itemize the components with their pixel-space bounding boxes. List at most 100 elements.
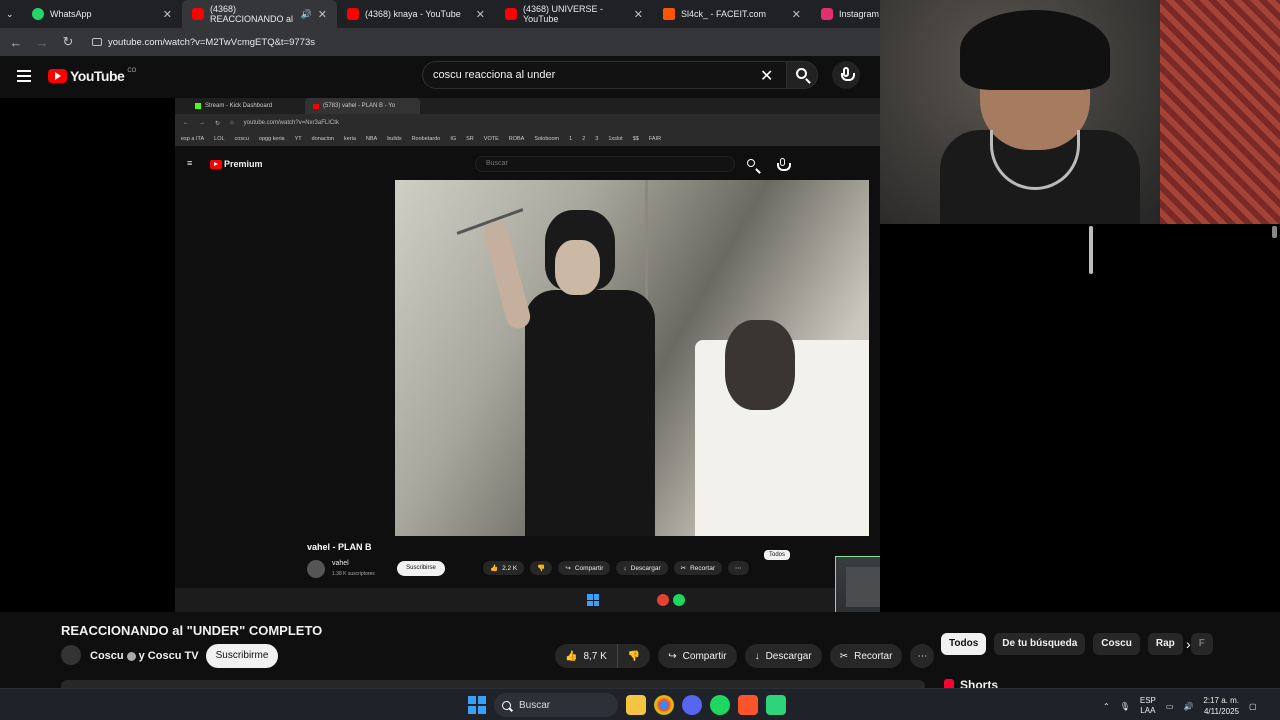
chrome-icon[interactable] — [654, 695, 674, 715]
avatar[interactable] — [61, 645, 81, 665]
close-icon[interactable]: ✕ — [792, 8, 801, 21]
tab-whatsapp[interactable]: WhatsApp ✕ — [22, 0, 182, 28]
forward-icon: → — [199, 120, 205, 126]
chip-coscu[interactable]: Coscu — [1093, 633, 1140, 655]
file-explorer-icon[interactable] — [626, 695, 646, 715]
microphone-icon — [841, 67, 855, 81]
description-box[interactable] — [61, 680, 925, 688]
speaker-icon[interactable]: 🔊 — [301, 9, 312, 20]
tab-reaccionando[interactable]: (4368) REACCIONANDO al 🔊 ✕ — [182, 0, 337, 28]
page-title: REACCIONANDO al "UNDER" COMPLETO — [61, 623, 323, 638]
scissors-icon: ✂ — [839, 650, 849, 662]
spotify-icon — [673, 594, 685, 606]
discord-icon[interactable] — [682, 695, 702, 715]
taskbar-apps: Buscar — [468, 693, 786, 717]
chrome-icon — [657, 594, 669, 606]
channel-name[interactable]: Coscu y Coscu TV — [90, 650, 199, 662]
youtube-icon — [313, 103, 319, 109]
close-icon[interactable]: ✕ — [163, 8, 172, 21]
search-icon — [747, 159, 755, 167]
hamburger-menu-icon: ≡ — [187, 158, 193, 168]
voice-search-button[interactable] — [832, 61, 860, 89]
performer-arm — [481, 218, 533, 332]
spotify-icon[interactable] — [710, 695, 730, 715]
tab-search-button[interactable]: ⌄ — [0, 0, 22, 28]
video-player[interactable]: Stream - Kick Dashboard (5783) vahel - P… — [0, 98, 1095, 693]
youtube-premium-logo: Premium — [210, 159, 263, 169]
recommendation-chips: Todos De tu búsqueda Coscu Rap F — [941, 633, 1213, 655]
inner-tab-strip: Stream - Kick Dashboard (5783) vahel - P… — [175, 98, 880, 114]
chip-de-tu-busqueda[interactable]: De tu búsqueda — [994, 633, 1086, 655]
inner-chip-todos: Todos — [764, 550, 791, 560]
subscribe-button[interactable]: Suscribirme — [206, 644, 278, 668]
url-field[interactable]: youtube.com/watch?v=M2TwVcmgETQ&t=9773s — [92, 37, 315, 48]
windows-start-icon[interactable] — [468, 696, 486, 714]
inner-action-bar: 👍 2.2 K 👎 ↪ Compartir ↓ Descargar ✂ Recortar… — [483, 561, 749, 575]
music-video-frame — [395, 180, 869, 536]
inner-screen-capture: Stream - Kick Dashboard (5783) vahel - P… — [175, 98, 880, 612]
tab-faceit[interactable]: Sl4ck_ - FACEIT.com ✕ — [653, 0, 811, 28]
inner-clip-button: ✂ Recortar — [673, 561, 722, 575]
youtube-logo[interactable]: YouTube CO — [48, 68, 136, 84]
language-indicator[interactable]: ESP LAA — [1140, 696, 1156, 716]
close-icon[interactable]: ✕ — [318, 8, 327, 21]
brave-icon[interactable] — [738, 695, 758, 715]
faceit-icon — [663, 8, 675, 20]
network-icon[interactable]: ▭ — [1166, 702, 1174, 711]
chip-partial[interactable]: F — [1190, 633, 1213, 655]
download-icon: ↓ — [754, 650, 760, 662]
site-info-icon[interactable] — [92, 37, 102, 46]
chip-rap[interactable]: Rap — [1147, 633, 1183, 655]
close-icon[interactable]: ✕ — [634, 8, 643, 21]
share-icon: ↪ — [668, 650, 677, 662]
youtube-play-icon — [210, 159, 222, 169]
webcam-feed — [880, 0, 1280, 224]
volume-icon[interactable]: 🔊 — [1183, 702, 1193, 711]
app-icon[interactable] — [766, 695, 786, 715]
hair — [960, 10, 1110, 90]
home-icon: ⌂ — [230, 120, 234, 126]
scrollbar-thumb[interactable] — [1089, 226, 1093, 274]
inner-youtube-header: ≡ Premium Buscar — [175, 146, 880, 180]
like-button[interactable]: 👍 8,7 K — [555, 644, 618, 668]
taskbar-search-box[interactable]: Buscar — [494, 693, 618, 717]
forward-icon[interactable]: → — [34, 35, 50, 50]
youtube-icon — [192, 8, 204, 20]
tab-universe[interactable]: (4368) UNIVERSE - YouTube ✕ — [495, 0, 653, 28]
hamburger-menu-icon[interactable] — [17, 70, 31, 82]
chevron-up-icon[interactable]: ⌃ — [1103, 702, 1110, 711]
thumbs-up-icon: 👍 — [565, 650, 578, 662]
reload-icon: ↻ — [215, 120, 221, 127]
download-icon: ↓ — [623, 564, 627, 572]
reload-icon[interactable]: ↻ — [60, 34, 76, 50]
curtain — [1160, 0, 1280, 224]
dislike-button[interactable]: 👎 — [617, 644, 651, 668]
back-icon[interactable]: ← — [8, 35, 24, 50]
notifications-icon[interactable]: ▢ — [1249, 702, 1257, 711]
download-button[interactable]: ↓ Descargar — [744, 644, 822, 668]
clip-button[interactable]: ✂ Recortar — [829, 644, 903, 668]
microphone-icon[interactable]: 🎙 — [1120, 702, 1130, 711]
like-dislike-group: 👍 8,7 K 👎 — [555, 644, 651, 668]
sidebar-background — [880, 224, 1280, 612]
performer-face — [555, 240, 600, 295]
page-scrollbar-thumb[interactable] — [1272, 226, 1277, 238]
system-tray: ⌃ 🎙 ESP LAA ▭ 🔊 2:17 a. m. 4/11/2025 ▢ — [1103, 695, 1257, 717]
inner-more-button: ⋯ — [728, 561, 749, 575]
chevron-right-icon[interactable]: › — [1186, 636, 1191, 652]
tab-knaya[interactable]: (4368) knaya - YouTube ✕ — [337, 0, 495, 28]
share-button[interactable]: ↪ Compartir — [658, 644, 737, 668]
close-icon[interactable]: ✕ — [476, 8, 485, 21]
inner-tab-kick: Stream - Kick Dashboard — [175, 98, 305, 114]
clock[interactable]: 2:17 a. m. 4/11/2025 — [1203, 695, 1239, 717]
search-input[interactable]: coscu reacciona al under — [422, 61, 786, 89]
thumbs-down-icon: 👎 — [537, 565, 546, 572]
tab-instagram[interactable]: Instagram — [811, 0, 880, 28]
chip-todos[interactable]: Todos — [941, 633, 987, 655]
youtube-header: YouTube CO coscu reacciona al under ✕ — [0, 56, 880, 98]
clear-search-icon[interactable]: ✕ — [760, 66, 773, 86]
search-button[interactable] — [786, 61, 818, 89]
windows-start-icon — [587, 594, 599, 606]
more-actions-button[interactable]: ⋯ — [910, 644, 935, 668]
youtube-play-icon — [48, 69, 67, 83]
